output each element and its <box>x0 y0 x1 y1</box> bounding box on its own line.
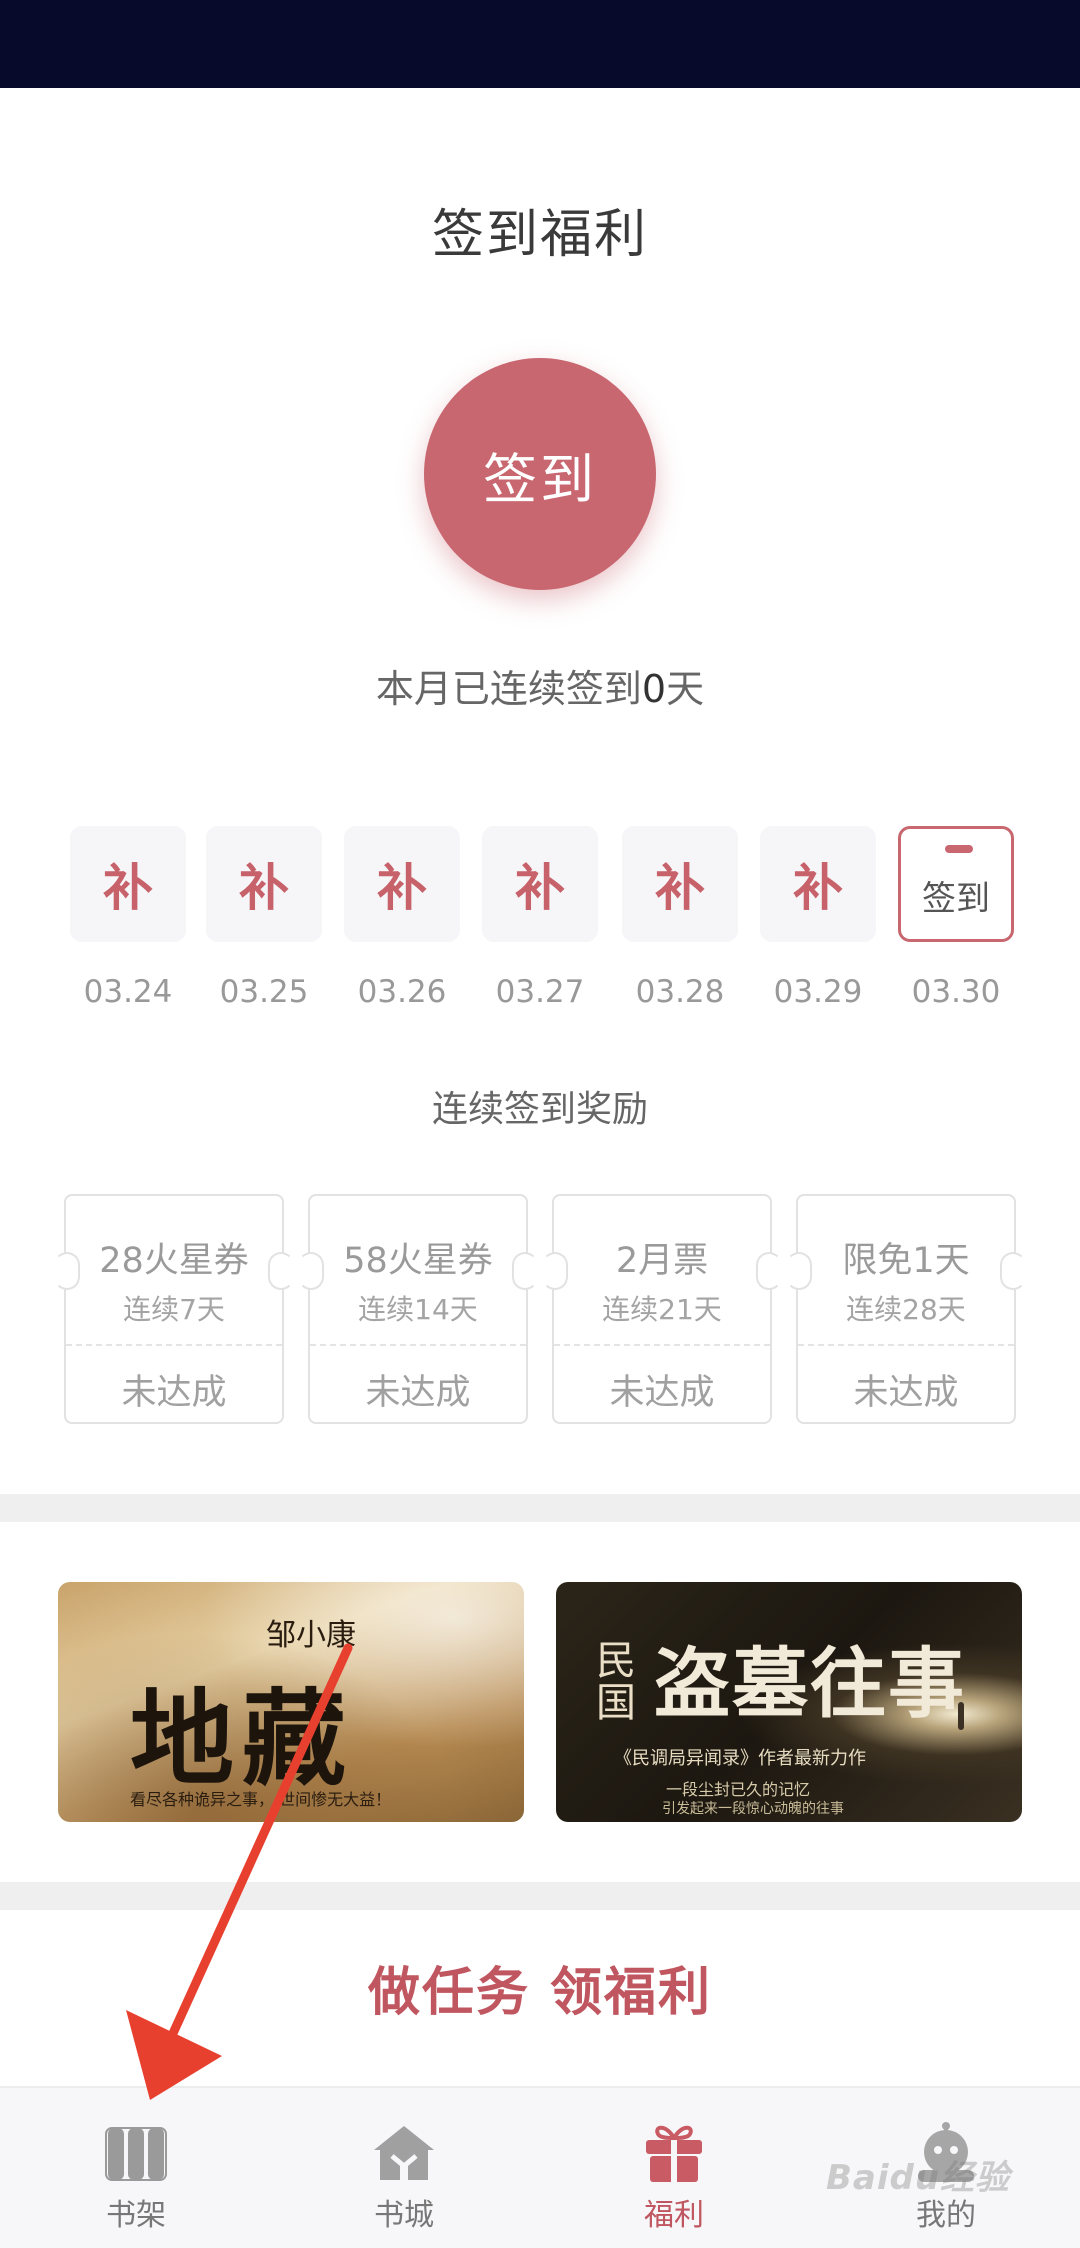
day-item: 补 03.27 <box>482 826 598 1010</box>
banner-title: 盗墓往事 <box>654 1639 966 1728</box>
reward-condition: 连续14天 <box>358 1293 478 1326</box>
banner-prefix: 民国 <box>596 1638 636 1726</box>
reward-name: 限免1天 <box>842 1241 970 1281</box>
banner-title: 地藏 <box>130 1677 355 1800</box>
day-label: 补 <box>377 859 427 917</box>
bookshelf-icon <box>105 2127 167 2181</box>
day-date: 03.29 <box>773 974 863 1010</box>
reward-card: 2月票 连续21天 未达成 <box>542 1194 782 1424</box>
banner-line: 一段尘封已久的记忆 <box>666 1780 811 1799</box>
reward-list: 28火星券 连续7天 未达成 58火星券 连续14天 未达成 2月票 连续21天… <box>0 1194 1080 1424</box>
tab-welfare[interactable]: 福利 <box>584 2088 764 2248</box>
day-item: 补 03.26 <box>344 826 460 1010</box>
signin-button[interactable]: 签到 <box>424 358 656 590</box>
today-signin-button[interactable]: 签到 <box>898 826 1014 942</box>
tab-bookshelf[interactable]: 书架 <box>46 2088 226 2248</box>
reward-condition: 连续21天 <box>602 1293 722 1326</box>
day-label: 补 <box>239 859 289 917</box>
reward-divider <box>66 1344 282 1346</box>
figure-silhouette <box>958 1702 964 1730</box>
day-label: 签到 <box>922 878 990 919</box>
day-label: 补 <box>515 859 565 917</box>
reward-name: 28火星券 <box>99 1241 249 1281</box>
reward-card: 限免1天 连续28天 未达成 <box>786 1194 1026 1424</box>
reward-status: 未达成 <box>853 1373 959 1413</box>
day-list: 补 03.24 补 03.25 补 03.26 补 03.27 补 03.28 … <box>0 826 1080 1016</box>
reward-card: 58火星券 连续14天 未达成 <box>298 1194 538 1424</box>
banner-subtitle: 看尽各种诡异之事， 世间惨无大益！ <box>130 1790 392 1809</box>
signin-button-label: 签到 <box>483 447 597 511</box>
streak-text: 本月已连续签到0天 <box>0 658 1080 713</box>
tab-label: 书架 <box>106 2198 166 2233</box>
day-date: 03.26 <box>357 974 447 1010</box>
reward-condition: 连续28天 <box>846 1293 966 1326</box>
status-bar <box>0 0 1080 88</box>
banner-tagline: 《民调局异闻录》作者最新力作 <box>614 1748 866 1769</box>
reward-name: 58火星券 <box>343 1241 493 1281</box>
task-section-title: 做任务 领福利 <box>367 1963 713 2023</box>
day-item: 补 03.28 <box>622 826 738 1010</box>
day-date: 03.27 <box>495 974 585 1010</box>
section-divider <box>0 1494 1080 1522</box>
tab-label: 书城 <box>374 2198 434 2233</box>
tab-bookstore[interactable]: 书城 <box>314 2088 494 2248</box>
section-divider <box>0 1882 1080 1910</box>
day-date: 03.25 <box>219 974 309 1010</box>
day-date: 03.30 <box>911 974 1001 1010</box>
reward-status: 未达成 <box>365 1373 471 1413</box>
makeup-signin-button[interactable]: 补 <box>622 826 738 942</box>
day-item: 补 03.25 <box>206 826 322 1010</box>
reward-status: 未达成 <box>121 1373 227 1413</box>
page-title: 签到福利 <box>431 205 648 265</box>
rewards-title: 连续签到奖励 <box>431 1089 648 1130</box>
day-date: 03.24 <box>83 974 173 1010</box>
reward-card: 28火星券 连续7天 未达成 <box>54 1194 294 1424</box>
banner-line: 引发起来一段惊心动魄的往事 <box>662 1801 844 1817</box>
day-date: 03.28 <box>635 974 725 1010</box>
streak-prefix: 本月已连续签到 <box>375 667 642 711</box>
makeup-signin-button[interactable]: 补 <box>482 826 598 942</box>
book-banner-ditang[interactable]: 邹小康 地藏 看尽各种诡异之事， 世间惨无大益！ <box>58 1582 524 1822</box>
tab-label: 福利 <box>644 2198 704 2233</box>
gift-icon <box>646 2125 702 2182</box>
streak-days: 0 <box>641 667 667 711</box>
watermark: Baidu经验 <box>826 2158 1011 2198</box>
makeup-signin-button[interactable]: 补 <box>206 826 322 942</box>
book-banner-daomu[interactable]: 民国 盗墓往事 《民调局异闻录》作者最新力作 一段尘封已久的记忆 引发起来一段惊… <box>556 1582 1022 1822</box>
bookstore-icon <box>374 2126 434 2180</box>
streak-suffix: 天 <box>666 667 705 711</box>
day-item: 补 03.29 <box>760 826 876 1010</box>
reward-divider <box>798 1344 1014 1346</box>
day-label: 补 <box>655 859 705 917</box>
reward-condition: 连续7天 <box>123 1293 225 1326</box>
makeup-signin-button[interactable]: 补 <box>70 826 186 942</box>
day-item-today: 签到 03.30 <box>898 826 1014 1010</box>
day-label: 补 <box>793 859 843 917</box>
day-item: 补 03.24 <box>70 826 186 1010</box>
makeup-signin-button[interactable]: 补 <box>344 826 460 942</box>
makeup-signin-button[interactable]: 补 <box>760 826 876 942</box>
day-label: 补 <box>103 859 153 917</box>
reward-status: 未达成 <box>609 1373 715 1413</box>
reward-name: 2月票 <box>615 1241 709 1281</box>
reward-divider <box>554 1344 770 1346</box>
banner-author: 邹小康 <box>266 1618 356 1653</box>
reward-divider <box>310 1344 526 1346</box>
